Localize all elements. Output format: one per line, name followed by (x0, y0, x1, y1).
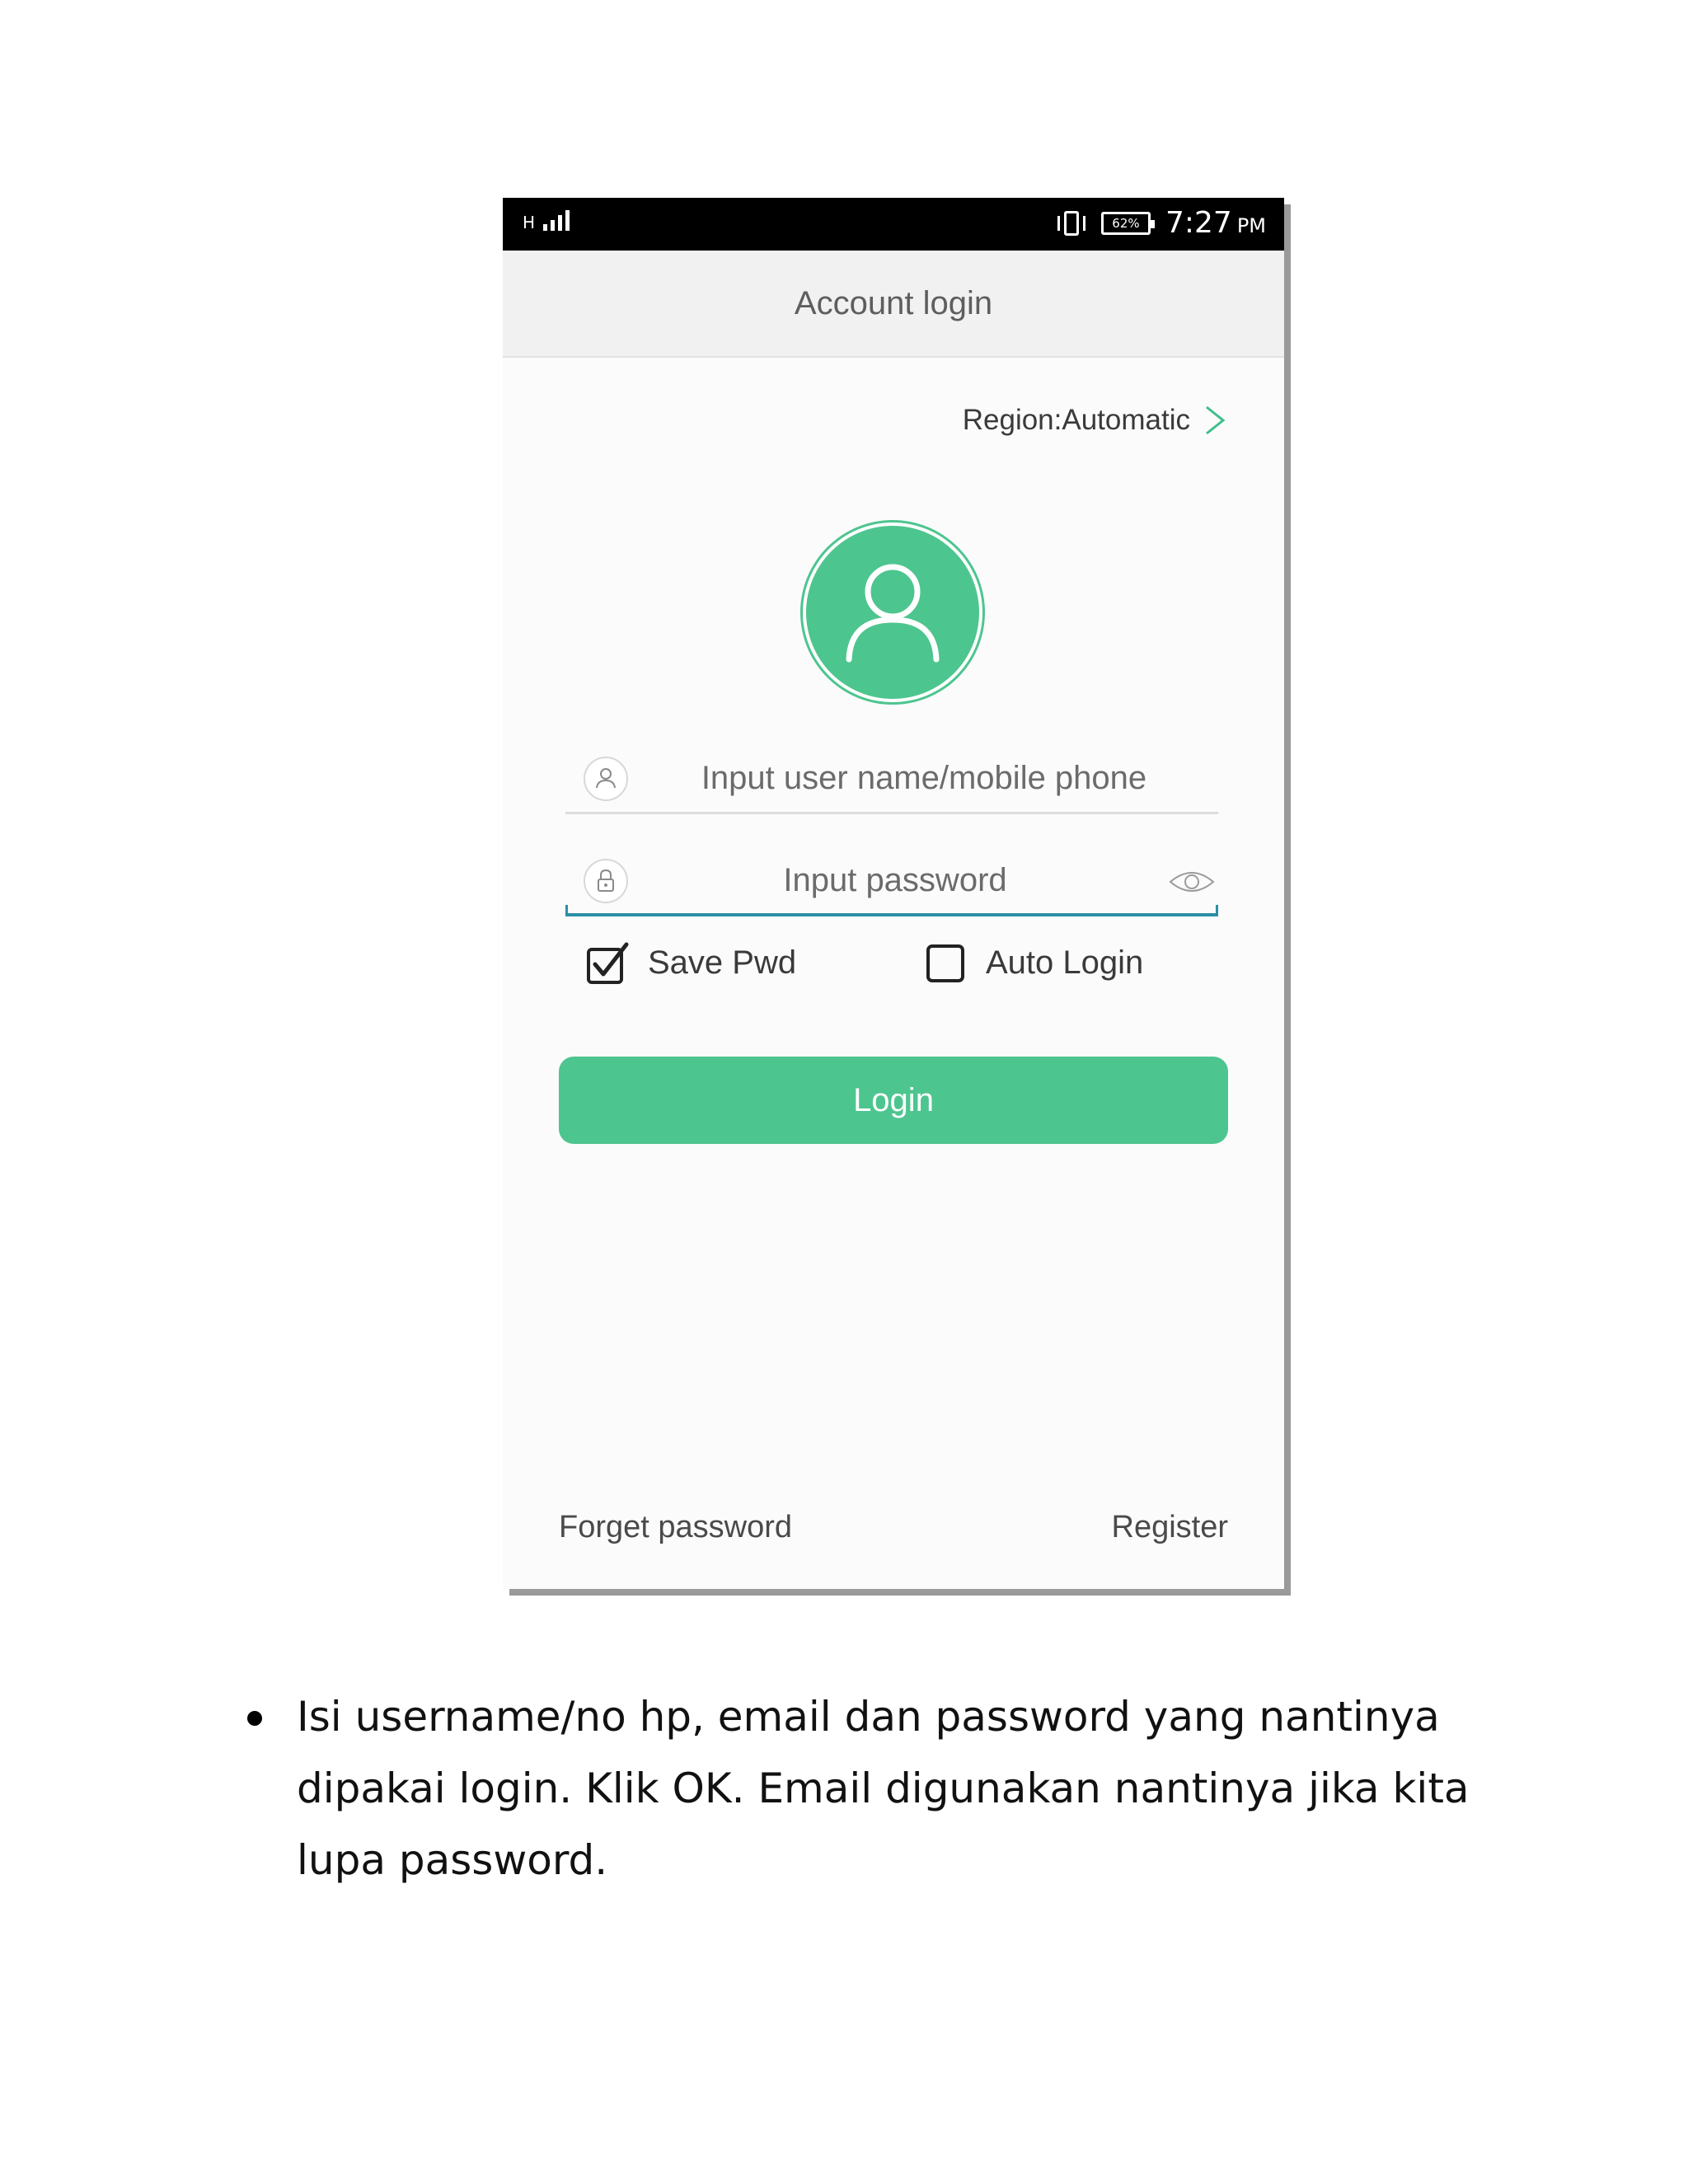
vibrate-icon (1057, 208, 1086, 239)
save-pwd-label: Save Pwd (648, 944, 797, 981)
status-bar: H 62% 7:27 PM (503, 198, 1284, 251)
signal-icon (543, 208, 570, 231)
auto-login-label: Auto Login (986, 944, 1144, 981)
forget-password-link[interactable]: Forget password (559, 1510, 792, 1545)
save-pwd-checkbox[interactable]: Save Pwd (585, 940, 796, 986)
lock-icon (584, 859, 628, 903)
instruction-line: lupa password. (297, 1836, 608, 1884)
page-title: Account login (794, 284, 993, 321)
username-field (565, 748, 1218, 814)
battery-level: 62% (1112, 215, 1140, 231)
checkbox-checked-icon (587, 942, 629, 984)
network-status: H (523, 208, 570, 231)
avatar (806, 526, 979, 699)
checkbox-empty-icon (926, 944, 964, 982)
username-input[interactable] (640, 753, 1208, 803)
clock-time: 7:27 (1165, 206, 1232, 240)
login-button[interactable]: Login (559, 1057, 1228, 1144)
chevron-right-icon (1206, 405, 1226, 435)
instruction-text: Isi username/no hp, email dan password y… (297, 1681, 1500, 1896)
eye-icon[interactable] (1167, 865, 1217, 898)
phone-screenshot: H 62% 7:27 PM Account login Region:Autom… (503, 198, 1284, 1589)
battery-icon: 62% (1100, 211, 1155, 235)
person-icon (846, 564, 940, 663)
title-bar: Account login (503, 251, 1284, 358)
clock: 7:27 PM (1165, 206, 1266, 240)
system-status: 62% 7:27 PM (1057, 206, 1266, 240)
password-input[interactable] (640, 855, 1151, 905)
network-type: H (523, 213, 536, 232)
auto-login-checkbox[interactable]: Auto Login (923, 940, 1143, 986)
user-icon (584, 757, 628, 801)
register-link[interactable]: Register (1112, 1510, 1229, 1545)
clock-ampm: PM (1236, 214, 1266, 237)
instruction-list-item: Isi username/no hp, email dan password y… (247, 1681, 1500, 1896)
password-field (565, 851, 1218, 916)
region-selector[interactable]: Region:Automatic (963, 404, 1226, 437)
region-label: Region:Automatic (962, 404, 1190, 436)
instruction-line: Isi username/no hp, email dan password y… (297, 1693, 1440, 1741)
instruction-line: dipakai login. Klik OK. Email digunakan … (297, 1765, 1470, 1812)
bullet-icon (247, 1711, 262, 1726)
